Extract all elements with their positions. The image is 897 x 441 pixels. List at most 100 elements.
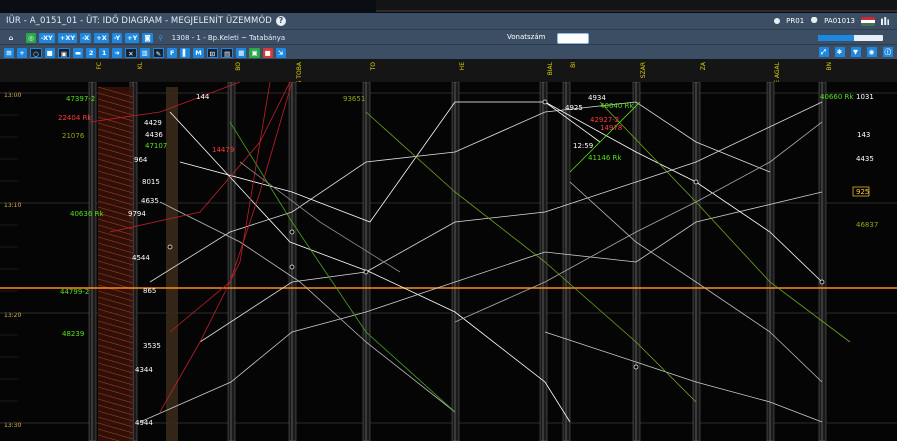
- f-icon[interactable]: F: [167, 47, 178, 58]
- zoom-reset-icon[interactable]: ◎: [26, 32, 36, 43]
- pen-icon[interactable]: ✎: [152, 47, 165, 58]
- station-column: [766, 82, 775, 441]
- zoom-in-x-button[interactable]: +X: [94, 32, 109, 43]
- train-path: [544, 101, 823, 283]
- station-column: [288, 82, 297, 441]
- train-label: 4925: [565, 104, 583, 112]
- hungarian-flag-icon[interactable]: [861, 16, 875, 26]
- train-label: 4344: [135, 366, 153, 374]
- expand-icon[interactable]: ⤢: [818, 47, 829, 57]
- route-icon[interactable]: ⚲: [156, 33, 166, 43]
- toolbar-row-2: ⊞ + ○ ■ ▣ ▬ 2 1 ➜ ✕ ▥ ✎ F ▌ M ⊡ ▤ ▦ ▣ ■ …: [0, 44, 897, 60]
- station-label: SZÁR: [640, 62, 647, 79]
- window-icon[interactable]: ⊡: [206, 47, 219, 58]
- train-label: 4436: [145, 131, 163, 139]
- circle-icon[interactable]: ○: [30, 47, 42, 58]
- progress-fill: [818, 35, 854, 41]
- train-label: 42927-2: [590, 116, 619, 124]
- train-label: 47107: [145, 142, 167, 150]
- info-icon[interactable]: ⓘ: [882, 47, 893, 57]
- train-label: 1031: [856, 93, 874, 101]
- train-label: 4944: [135, 419, 153, 427]
- toolbar-row-1: ⌂ ◎ -XY +XY -X +X -Y +Y ◙ ⚲ 1308 - 1 - B…: [0, 29, 897, 45]
- vonatszam-input[interactable]: [557, 33, 589, 44]
- train-path: [159, 201, 456, 413]
- station-column: [227, 82, 236, 441]
- train-label: 3535: [143, 342, 161, 350]
- train-path: [544, 331, 823, 423]
- train-label: 12:59: [573, 142, 593, 150]
- user-icon[interactable]: [810, 17, 818, 23]
- train-label: 14978: [600, 124, 622, 132]
- station-label: KL: [137, 62, 144, 70]
- chart-icon[interactable]: ▥: [139, 47, 150, 58]
- station-column: [692, 82, 701, 441]
- camera-icon[interactable]: ◙: [142, 32, 153, 43]
- station-label: BO: [235, 62, 242, 71]
- help-icon[interactable]: ?: [275, 16, 286, 26]
- station-label: TÓ: [370, 62, 377, 71]
- train-label: 48239: [62, 330, 84, 338]
- square-icon[interactable]: ■: [44, 47, 55, 58]
- green-box-icon[interactable]: ▣: [249, 47, 260, 58]
- picture-icon[interactable]: ▤: [221, 47, 234, 58]
- zoom-out-xy-button[interactable]: -XY: [39, 32, 55, 43]
- station-marker: [289, 264, 295, 270]
- add-icon[interactable]: +: [17, 47, 27, 58]
- title-bar: IÜR - A_0151_01 - ÜT: IDŐ DIAGRAM - MEGJ…: [0, 13, 897, 29]
- station-label: ZÁ: [700, 62, 707, 71]
- vonatszam-label: Vonatszám: [507, 33, 546, 41]
- grid-icon[interactable]: ⊞: [4, 47, 14, 58]
- station-label: BN: [826, 62, 833, 71]
- station-marker: [167, 244, 173, 250]
- library-icon[interactable]: [881, 17, 889, 25]
- number-2-icon[interactable]: 2: [86, 47, 97, 58]
- settings-icon[interactable]: ✱: [834, 47, 845, 57]
- station-column: [562, 82, 571, 441]
- zoom-in-xy-button[interactable]: +XY: [57, 32, 78, 43]
- zoom-out-y-button[interactable]: -Y: [111, 32, 123, 43]
- user-name: PA01013: [824, 17, 855, 25]
- zoom-out-x-button[interactable]: -X: [80, 32, 92, 43]
- zoom-in-y-button[interactable]: +Y: [125, 32, 140, 43]
- train-path: [149, 101, 771, 283]
- progress-bar: [818, 35, 883, 41]
- arrow-right-icon[interactable]: ➜: [112, 47, 123, 58]
- train-label: 14479: [212, 146, 234, 154]
- cross-icon[interactable]: ✕: [125, 47, 137, 58]
- train-label: 865: [143, 287, 156, 295]
- eye-icon[interactable]: ◉: [866, 47, 877, 57]
- home-icon[interactable]: ⌂: [6, 33, 16, 43]
- station-marker: [693, 179, 699, 185]
- station-marker: [363, 269, 369, 275]
- train-path: [229, 121, 456, 413]
- train-label: 4635: [141, 197, 159, 205]
- train-label: 9794: [128, 210, 146, 218]
- train-label: 46837: [856, 221, 878, 229]
- window-chrome-strip: [376, 0, 897, 12]
- station-marker: [633, 364, 639, 370]
- number-1-icon[interactable]: 1: [99, 47, 110, 58]
- m-icon[interactable]: M: [193, 47, 204, 58]
- train-label: 40640 Rk: [600, 102, 634, 110]
- diagram-svg[interactable]: 13:0013:1013:2013:3047397-222404 Rk21076…: [0, 82, 897, 441]
- train-label: 925: [856, 188, 869, 196]
- export-icon[interactable]: ⇲: [275, 47, 286, 58]
- box-icon[interactable]: ▣: [57, 47, 70, 58]
- table-icon[interactable]: ▦: [236, 47, 247, 58]
- station-label: HE: [459, 62, 466, 71]
- train-label: 22404 Rk: [58, 114, 92, 122]
- red-box-icon[interactable]: ■: [262, 47, 273, 58]
- train-label: 40636 Rk: [70, 210, 104, 218]
- train-label: 4435: [856, 155, 874, 163]
- status-dot-icon: [774, 18, 781, 24]
- time-diagram[interactable]: 13:00 13:10 13:20 13:30 47397-2 22404 Rk 21076…: [0, 82, 897, 441]
- train-label: 4934: [588, 94, 606, 102]
- minus-icon[interactable]: ▬: [72, 47, 84, 58]
- hatched-zone: [166, 87, 178, 441]
- train-label: 44799-2: [60, 288, 89, 296]
- columns-icon[interactable]: ▌: [180, 47, 191, 58]
- filter-icon[interactable]: ▼: [850, 47, 861, 57]
- station-column: [451, 82, 460, 441]
- station-column: [539, 82, 548, 441]
